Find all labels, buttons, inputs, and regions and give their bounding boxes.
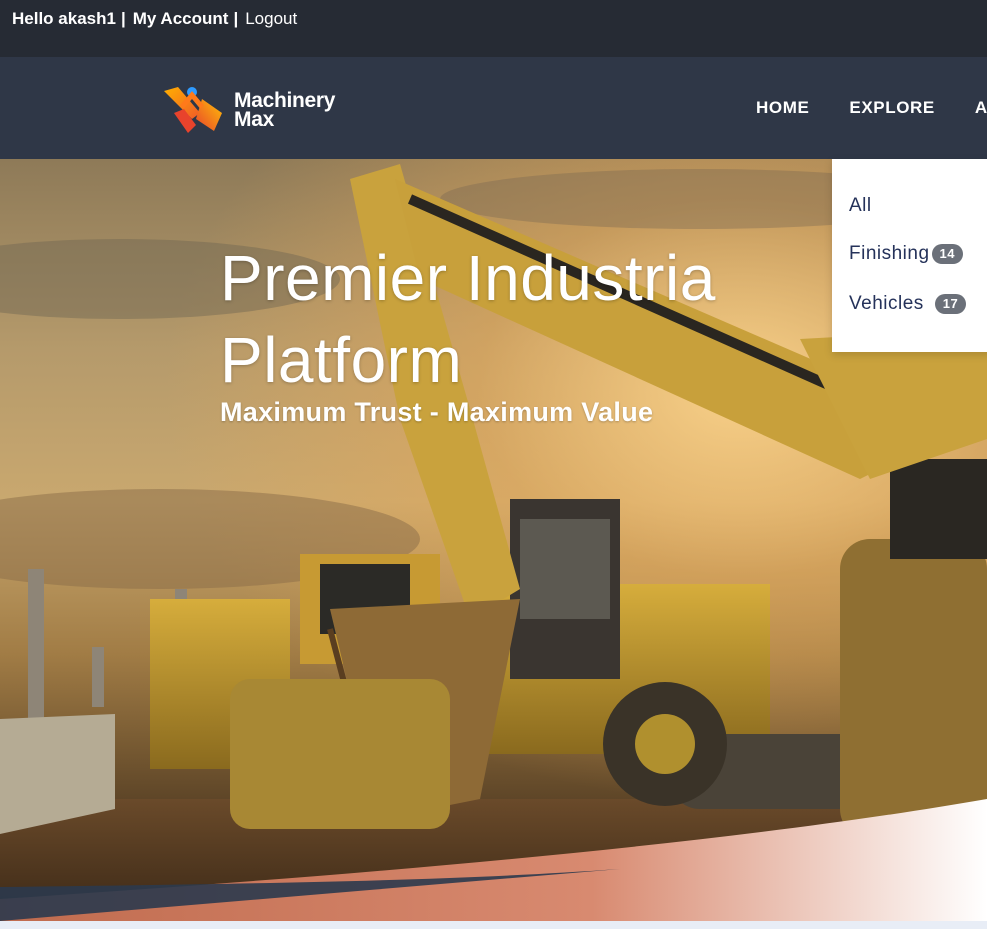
page-bottom-strip xyxy=(0,921,987,929)
machinery-max-logo-icon xyxy=(164,87,222,133)
site-header: Machinery Max HOME EXPLORE A xyxy=(0,57,987,159)
brand-name-line2: Max xyxy=(234,108,274,131)
my-account-link[interactable]: My Account xyxy=(133,9,229,29)
dropdown-item-finishing[interactable]: Finishing 14 xyxy=(849,243,964,265)
dropdown-item-label: Finishing xyxy=(849,243,930,264)
hero-title: Premier Industria Platform xyxy=(220,242,716,396)
separator: | xyxy=(120,9,126,28)
brand-logo[interactable]: Machinery Max xyxy=(162,85,335,135)
nav-item-truncated[interactable]: A xyxy=(975,98,987,118)
separator: | xyxy=(233,9,239,28)
main-nav: HOME EXPLORE A xyxy=(756,98,987,118)
user-greeting: Hello akash1 xyxy=(12,9,116,28)
logout-link[interactable]: Logout xyxy=(245,9,297,29)
brand-name: Machinery Max xyxy=(234,90,335,131)
nav-explore[interactable]: EXPLORE xyxy=(849,98,934,118)
nav-home[interactable]: HOME xyxy=(756,98,809,118)
dropdown-item-all[interactable]: All xyxy=(849,195,872,217)
explore-dropdown-menu: All Finishing 14 Vehicles 17 xyxy=(832,159,987,352)
count-badge: 14 xyxy=(931,244,964,264)
hero-subtitle: Maximum Trust - Maximum Value xyxy=(220,397,654,427)
top-utility-bar: Hello akash1 | My Account | Logout xyxy=(0,0,987,57)
dropdown-item-label: All xyxy=(849,195,872,216)
dropdown-item-label: Vehicles xyxy=(849,293,924,314)
count-badge: 17 xyxy=(934,294,967,314)
dropdown-item-vehicles[interactable]: Vehicles 17 xyxy=(849,293,967,315)
